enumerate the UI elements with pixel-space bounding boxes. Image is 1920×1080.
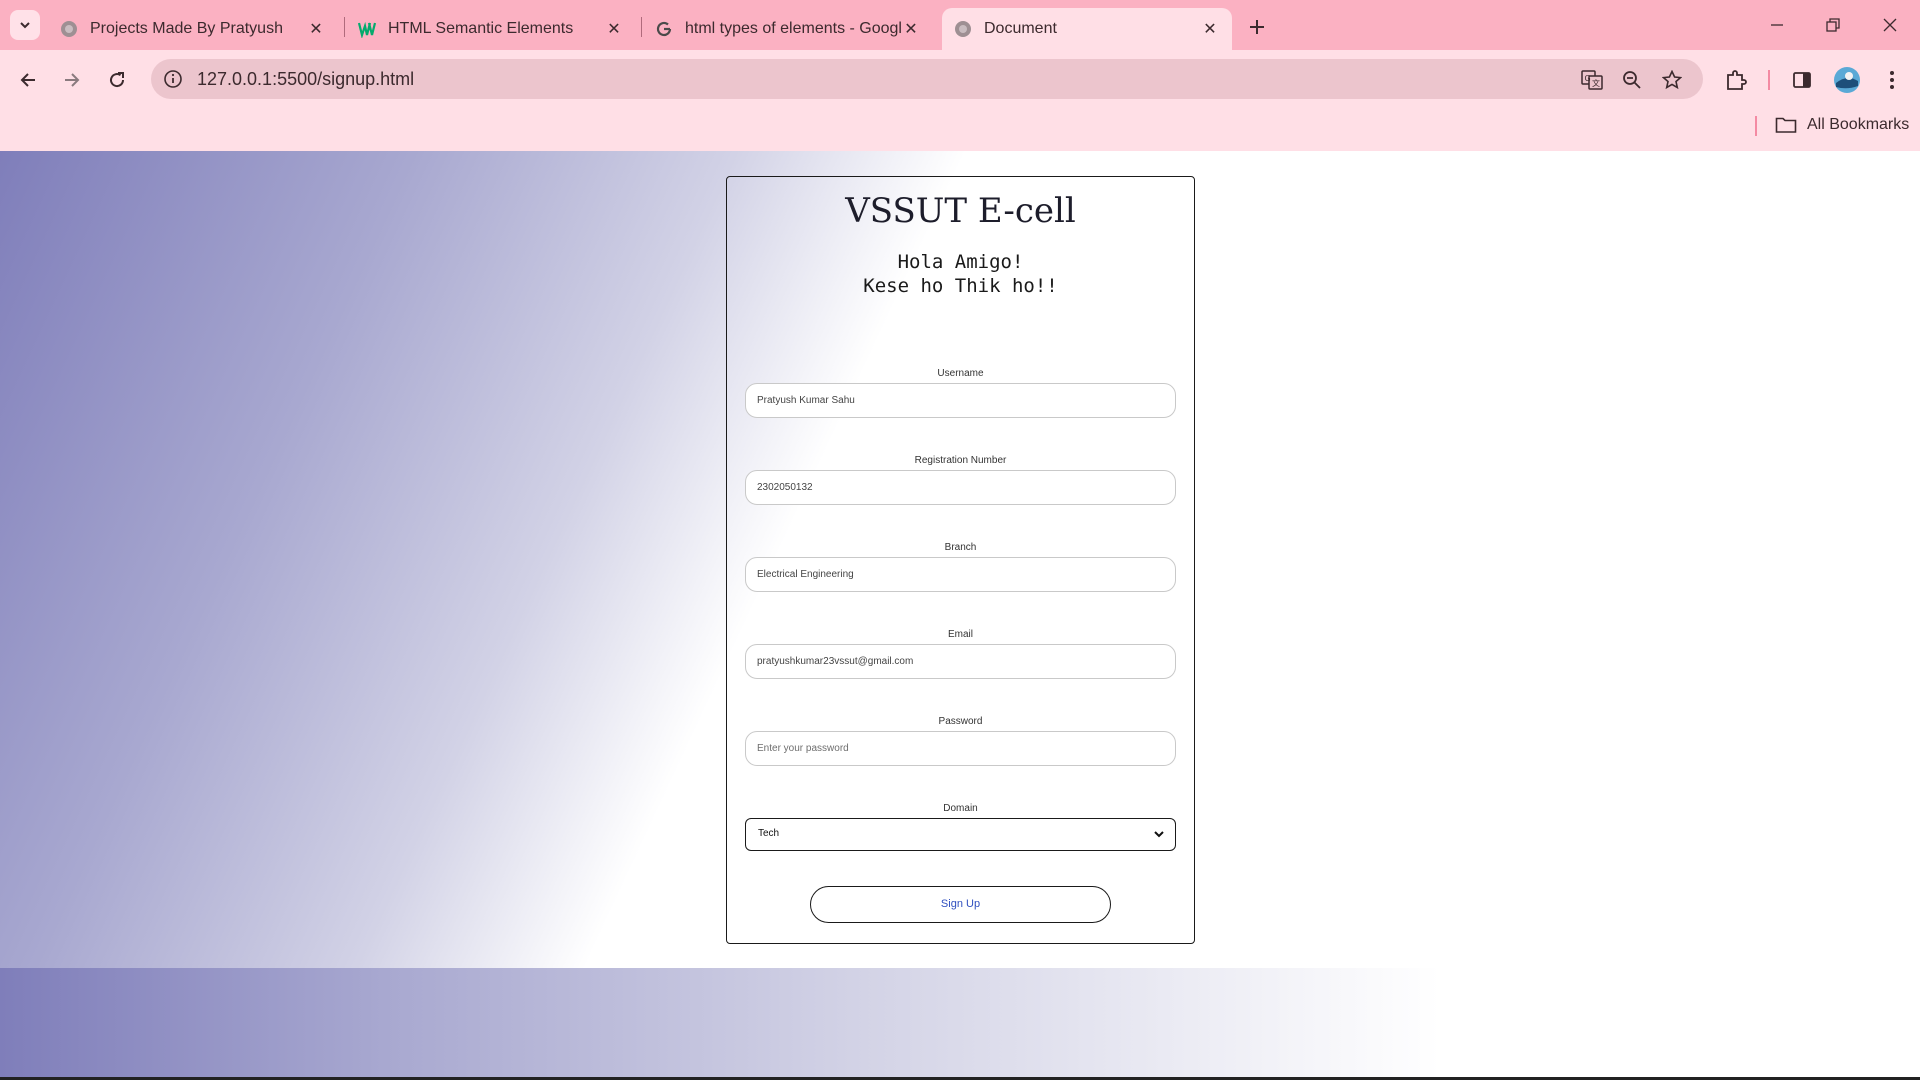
tab-search-button[interactable] <box>10 10 40 40</box>
chevron-down-icon <box>20 22 30 29</box>
site-info-icon[interactable] <box>163 69 183 89</box>
branch-label: Branch <box>944 542 977 553</box>
close-icon <box>1883 18 1897 32</box>
registration-label: Registration Number <box>914 455 1007 466</box>
side-panel-button[interactable] <box>1786 64 1818 96</box>
close-icon[interactable]: ✕ <box>604 19 624 39</box>
close-icon[interactable]: ✕ <box>306 19 326 39</box>
tab-title: html types of elements - Googl <box>685 20 902 37</box>
password-input[interactable]: Enter your password <box>745 731 1176 766</box>
username-input[interactable]: Pratyush Kumar Sahu <box>745 383 1176 418</box>
google-icon <box>655 20 673 38</box>
page-viewport: VSSUT E-cell Hola Amigo! Kese ho Thik ho… <box>0 151 1920 1080</box>
minimize-button[interactable] <box>1749 8 1805 42</box>
restore-icon <box>1826 18 1840 32</box>
sign-up-button[interactable]: Sign Up <box>810 886 1111 923</box>
registration-number-input[interactable]: 2302050132 <box>745 470 1176 505</box>
back-button[interactable] <box>12 64 44 96</box>
username-group: Username Pratyush Kumar Sahu <box>745 368 1176 418</box>
tab-separator <box>641 17 642 37</box>
puzzle-icon <box>1727 70 1747 90</box>
all-bookmarks-button[interactable]: All Bookmarks <box>1775 112 1909 138</box>
reload-button[interactable] <box>101 64 133 96</box>
domain-selected-value: Tech <box>758 828 780 839</box>
chevron-down-icon <box>1154 831 1164 838</box>
registration-group: Registration Number 2302050132 <box>745 455 1176 505</box>
new-tab-button[interactable] <box>1243 13 1271 41</box>
globe-icon <box>954 20 972 38</box>
extensions-button[interactable] <box>1720 64 1752 96</box>
form-title: VSSUT E-cell <box>845 191 1076 231</box>
plus-icon <box>1250 20 1264 34</box>
browser-toolbar: 127.0.0.1:5500/signup.html G文 All Bookma… <box>0 50 1920 158</box>
reload-icon <box>110 72 125 88</box>
signup-form-card: VSSUT E-cell Hola Amigo! Kese ho Thik ho… <box>726 176 1195 944</box>
domain-select[interactable]: Tech <box>745 818 1176 851</box>
password-group: Password Enter your password <box>745 716 1176 766</box>
svg-text:G: G <box>1585 74 1591 83</box>
arrow-left-icon <box>20 73 35 87</box>
greeting-line-2: Kese ho Thik ho!! <box>863 275 1058 297</box>
branch-group: Branch Electrical Engineering <box>745 542 1176 592</box>
side-panel-icon <box>1793 72 1811 88</box>
password-label: Password <box>938 716 983 727</box>
folder-icon <box>1775 117 1797 133</box>
tab-strip: Projects Made By Pratyush ✕ HTML Semanti… <box>0 0 1920 50</box>
arrow-right-icon <box>65 73 80 87</box>
profile-avatar[interactable] <box>1831 64 1863 96</box>
tab-title: Document <box>984 20 1057 37</box>
minimize-icon <box>1771 24 1783 26</box>
translate-icon[interactable]: G文 <box>1580 68 1604 92</box>
branch-input[interactable]: Electrical Engineering <box>745 557 1176 592</box>
close-icon[interactable]: ✕ <box>1200 19 1220 39</box>
tab-projects[interactable]: Projects Made By Pratyush ✕ <box>48 8 338 50</box>
tab-google-search[interactable]: html types of elements - Googl ✕ <box>643 8 933 50</box>
username-label: Username <box>937 368 984 379</box>
greeting-text: Hola Amigo! Kese ho Thik ho!! <box>727 250 1194 298</box>
svg-text:文: 文 <box>1592 78 1600 88</box>
domain-label: Domain <box>943 803 978 814</box>
avatar-icon <box>1834 67 1860 93</box>
page-background-strip <box>0 968 1920 1080</box>
tab-separator <box>344 17 345 37</box>
url-text: 127.0.0.1:5500/signup.html <box>197 69 415 89</box>
zoom-icon[interactable] <box>1620 68 1644 92</box>
all-bookmarks-label: All Bookmarks <box>1807 116 1910 133</box>
email-field[interactable]: pratyushkumar23vssut@gmail.com <box>745 644 1176 679</box>
email-label: Email <box>947 629 973 640</box>
forward-button[interactable] <box>56 64 88 96</box>
restore-button[interactable] <box>1805 8 1861 42</box>
tab-document[interactable]: Document ✕ <box>942 8 1232 50</box>
toolbar-separator <box>1768 70 1770 90</box>
domain-group: Domain Tech <box>745 803 1176 851</box>
tab-title: Projects Made By Pratyush <box>90 20 283 37</box>
greeting-line-1: Hola Amigo! <box>897 251 1024 273</box>
more-vertical-icon <box>1890 71 1894 89</box>
tab-title: HTML Semantic Elements <box>388 20 574 37</box>
bookmark-separator <box>1755 116 1757 136</box>
globe-icon <box>60 20 78 38</box>
menu-button[interactable] <box>1876 64 1908 96</box>
close-window-button[interactable] <box>1862 8 1918 42</box>
w3schools-icon <box>358 20 376 38</box>
tab-html-semantic[interactable]: HTML Semantic Elements ✕ <box>346 8 636 50</box>
bookmark-star-icon[interactable] <box>1660 68 1684 92</box>
address-bar[interactable]: 127.0.0.1:5500/signup.html G文 <box>151 59 1703 99</box>
close-icon[interactable]: ✕ <box>901 19 921 39</box>
email-group: Email pratyushkumar23vssut@gmail.com <box>745 629 1176 679</box>
